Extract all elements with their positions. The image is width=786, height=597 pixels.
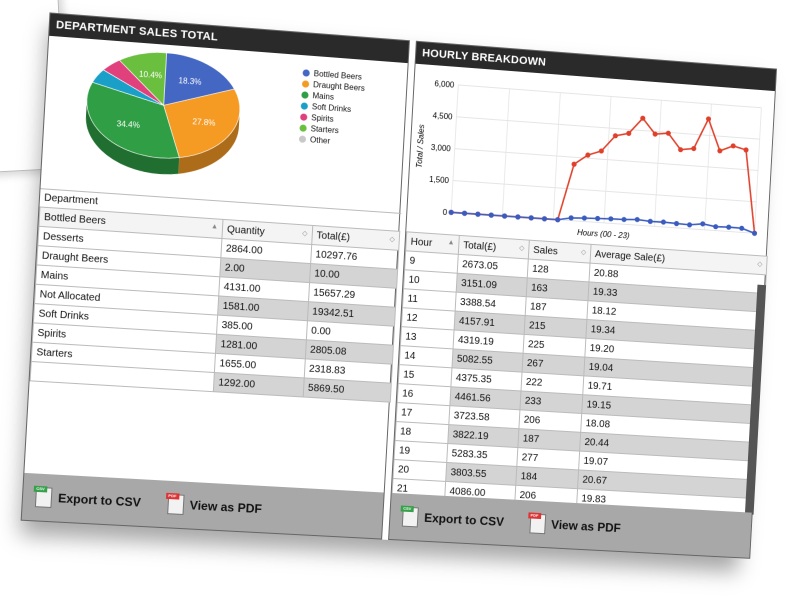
department-table: Bottled Beers ▲ Quantity ◇ Total(£) ◇ Desse…	[30, 206, 401, 403]
data-point[interactable]	[673, 220, 680, 227]
data-point[interactable]	[541, 216, 548, 222]
data-point[interactable]	[743, 147, 749, 153]
pdf-file-icon: PDF	[165, 492, 185, 515]
data-point[interactable]	[594, 215, 601, 222]
legend-swatch	[301, 80, 310, 88]
grid-line	[455, 149, 758, 171]
data-point[interactable]	[461, 210, 468, 217]
grid-line	[458, 85, 761, 108]
data-point[interactable]	[691, 145, 697, 152]
pie-chart-area: 18.3% 27.8% 34.4% 10.4% Bottled Beers Draugh…	[41, 36, 410, 213]
hourly-table-block: Hour ▲ Total(£) ◇ Sales ◇ Average Sale(£) ◇ …	[391, 231, 768, 515]
pie-data-label: 34.4%	[116, 119, 140, 130]
data-point[interactable]	[739, 225, 745, 231]
data-point[interactable]	[621, 216, 627, 223]
pie-legend: Bottled Beers Draught Beers Mains Soft Drin…	[298, 67, 366, 149]
data-point[interactable]	[717, 148, 723, 154]
grid-line	[453, 180, 756, 201]
y-tick-label: 3,000	[431, 143, 452, 153]
data-point[interactable]	[730, 143, 736, 149]
y-axis-label: Total / Sales	[415, 124, 426, 168]
data-point[interactable]	[647, 218, 653, 225]
table-cell: 5869.50	[302, 377, 392, 403]
dashboard-board: DEPARTMENT SALES TOTAL 18.3% 27.8% 34.4% 10…	[20, 12, 778, 559]
pie-chart: 18.3% 27.8% 34.4% 10.4%	[41, 36, 304, 178]
pie-data-label: 10.4%	[139, 70, 163, 81]
pie-data-label: 18.3%	[178, 76, 202, 87]
legend-label: Spirits	[311, 113, 334, 124]
data-point[interactable]	[660, 219, 667, 225]
y-tick-label: 1,500	[429, 175, 450, 185]
legend-swatch	[299, 124, 307, 132]
x-axis-label: Hours (00 - 23)	[577, 228, 630, 240]
legend-swatch	[300, 113, 308, 121]
legend-swatch	[298, 135, 307, 143]
y-tick-label: 0	[443, 208, 448, 217]
data-point[interactable]	[528, 215, 534, 221]
data-point[interactable]	[448, 209, 454, 216]
line-chart-area: 0 1,500 3,000 4,500 6,000 Hours (00 - 23) Tota…	[406, 64, 776, 256]
legend-swatch	[301, 91, 309, 99]
legend-label: Other	[309, 135, 331, 146]
table-cell: 1292.00	[213, 372, 305, 397]
data-point[interactable]	[608, 216, 614, 222]
hourly-breakdown-panel: HOURLY BREAKDOWN 0 1,500 3,000 4,500 6,000 Ho…	[388, 40, 778, 559]
department-sales-panel: DEPARTMENT SALES TOTAL 18.3% 27.8% 34.4% 10…	[20, 12, 410, 540]
y-tick-label: 6,000	[434, 79, 455, 89]
pdf-file-icon: PDF	[527, 512, 546, 535]
export-csv-button[interactable]: CSV Export to CSV	[400, 505, 505, 532]
data-point[interactable]	[488, 212, 494, 218]
data-point[interactable]	[475, 211, 481, 217]
panel-footer: CSV Export to CSV PDF View as PDF	[21, 472, 384, 539]
pie-data-label: 27.8%	[192, 117, 215, 128]
data-point[interactable]	[555, 216, 561, 223]
data-point[interactable]	[686, 222, 693, 228]
csv-file-icon: CSV	[33, 485, 53, 509]
screenshot-scene: DEPARTMENT SALES TOTAL 18.3% 27.8% 34.4% 10…	[0, 0, 786, 597]
csv-file-icon: CSV	[400, 505, 419, 528]
legend-swatch	[302, 69, 310, 77]
line-chart: 0 1,500 3,000 4,500 6,000 Hours (00 - 23) Tota…	[415, 79, 776, 240]
data-point[interactable]	[726, 224, 732, 230]
data-point[interactable]	[634, 216, 640, 223]
legend-label: Mains	[312, 91, 335, 102]
legend-label: Starters	[310, 124, 339, 136]
data-point[interactable]	[751, 230, 758, 236]
data-point[interactable]	[568, 215, 574, 221]
department-table-block: Department Bottled Beers ▲ Quantity ◇ Tota…	[30, 188, 402, 403]
data-point[interactable]	[515, 214, 521, 220]
hourly-table: Hour ▲ Total(£) ◇ Sales ◇ Average Sale(£) ◇ …	[391, 231, 768, 515]
data-point[interactable]	[713, 223, 719, 230]
export-csv-button[interactable]: CSV Export to CSV	[33, 485, 142, 513]
view-pdf-button[interactable]: PDF View as PDF	[165, 492, 263, 519]
data-point[interactable]	[581, 215, 588, 221]
legend-swatch	[300, 102, 309, 110]
y-tick-label: 4,500	[432, 111, 453, 121]
view-pdf-button[interactable]: PDF View as PDF	[527, 512, 621, 538]
